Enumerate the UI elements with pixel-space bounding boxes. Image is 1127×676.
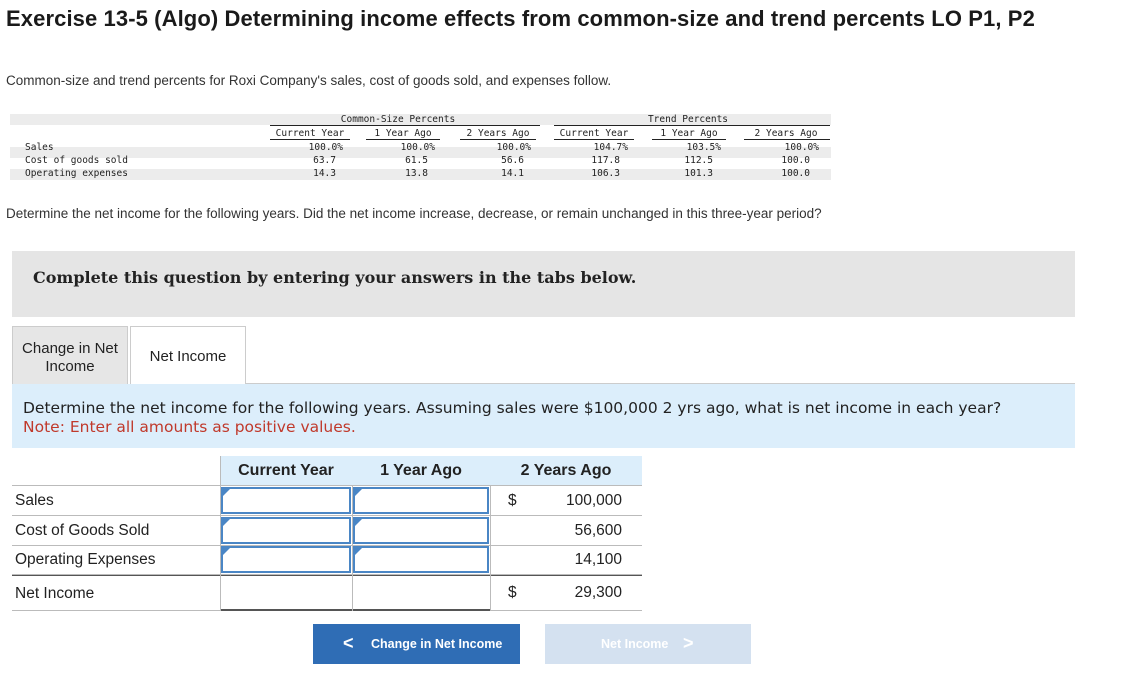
- question-text: Determine the net income for the followi…: [6, 206, 822, 221]
- cell: 100.0%: [400, 142, 435, 153]
- total-underline: [220, 609, 490, 611]
- header-current-year: Current Year: [238, 462, 334, 479]
- tab-label: Change in Net: [22, 340, 118, 357]
- intro-text: Common-size and trend percents for Roxi …: [6, 73, 612, 88]
- row-label: Sales: [25, 142, 54, 153]
- col-header: Current Year: [559, 128, 629, 139]
- common-size-header: Common-Size Percents: [340, 114, 456, 125]
- row-label: Net Income: [15, 585, 95, 602]
- table-row: Net Income $ 29,300: [12, 575, 642, 611]
- col-header: Current Year: [275, 128, 345, 139]
- row-label: Operating expenses: [25, 168, 128, 179]
- cell: 100.0%: [308, 142, 343, 153]
- cell: 106.3: [591, 168, 620, 179]
- cell: 100.0: [781, 168, 810, 179]
- cell: 100.0%: [784, 142, 819, 153]
- underline: [270, 139, 350, 140]
- row-label: Operating Expenses: [15, 551, 156, 568]
- tab-change-in-net-income[interactable]: Change in Net Income: [12, 326, 128, 384]
- question-panel: Determine the net income for the followi…: [12, 384, 1075, 448]
- cell: 63.7: [313, 155, 336, 166]
- prev-button[interactable]: < Change in Net Income: [313, 624, 520, 664]
- panel-note: Note: Enter all amounts as positive valu…: [23, 418, 356, 436]
- chevron-right-icon: >: [683, 633, 694, 653]
- tab-net-income[interactable]: Net Income: [130, 326, 246, 384]
- cell: 104.7%: [593, 142, 628, 153]
- percents-table: Common-Size Percents Trend Percents Curr…: [10, 114, 831, 182]
- col-header: 1 Year Ago: [660, 128, 718, 139]
- panel-text: Determine the net income for the followi…: [23, 399, 1002, 417]
- cell: 61.5: [405, 155, 428, 166]
- value-2-years-ago: 56,600: [574, 522, 622, 539]
- cell: 14.1: [501, 168, 524, 179]
- sales-current-year-input[interactable]: [221, 487, 351, 514]
- header-2-years-ago: 2 Years Ago: [520, 462, 612, 479]
- opex-1-year-ago-input[interactable]: [353, 546, 489, 573]
- col-header: 1 Year Ago: [374, 128, 432, 139]
- next-button[interactable]: Net Income >: [545, 624, 751, 664]
- row-label: Cost of goods sold: [25, 155, 128, 166]
- cell: 100.0: [781, 155, 810, 166]
- cell: 56.6: [501, 155, 524, 166]
- page-title: Exercise 13-5 (Algo) Determining income …: [6, 6, 1035, 31]
- col-header: 2 Years Ago: [466, 128, 530, 139]
- cogs-1-year-ago-input[interactable]: [353, 517, 489, 544]
- value-2-years-ago: 100,000: [565, 492, 622, 509]
- value-2-years-ago: 14,100: [574, 551, 622, 568]
- cell: 117.8: [591, 155, 620, 166]
- col-header: 2 Years Ago: [754, 128, 818, 139]
- cell: 103.5%: [686, 142, 721, 153]
- cell: 100.0%: [496, 142, 531, 153]
- col-divider: [490, 486, 491, 611]
- prev-button-label: Change in Net Income: [371, 637, 503, 651]
- dollar-sign: $: [508, 492, 517, 509]
- row-label: Sales: [15, 492, 54, 509]
- cogs-current-year-input[interactable]: [221, 517, 351, 544]
- underline: [744, 139, 830, 140]
- underline: [366, 139, 440, 140]
- underline: [460, 139, 536, 140]
- total-divider: [12, 575, 642, 576]
- next-button-label: Net Income: [601, 637, 669, 651]
- underline: [652, 139, 726, 140]
- cell: 14.3: [313, 168, 336, 179]
- dollar-sign: $: [508, 584, 517, 601]
- cell: 13.8: [405, 168, 428, 179]
- row-divider: [12, 485, 642, 486]
- instruction-text: Complete this question by entering your …: [33, 268, 637, 287]
- underline: [554, 139, 634, 140]
- cell: 112.5: [684, 155, 713, 166]
- chevron-left-icon: <: [343, 633, 354, 653]
- row-label: Cost of Goods Sold: [15, 522, 150, 539]
- sales-1-year-ago-input[interactable]: [353, 487, 489, 514]
- header-1-year-ago: 1 Year Ago: [380, 462, 462, 479]
- value-2-years-ago: 29,300: [574, 584, 622, 601]
- tab-label: Income: [45, 358, 95, 375]
- instruction-banner: Complete this question by entering your …: [12, 251, 1075, 317]
- cell: 101.3: [684, 168, 713, 179]
- underline: [554, 125, 830, 126]
- underline: [270, 125, 540, 126]
- trend-header: Trend Percents: [647, 114, 729, 125]
- opex-current-year-input[interactable]: [221, 546, 351, 573]
